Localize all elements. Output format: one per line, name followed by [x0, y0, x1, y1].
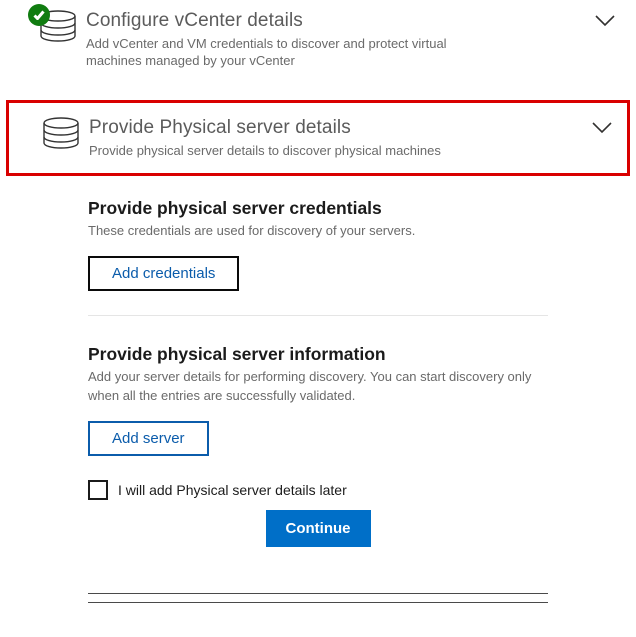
chevron-down-icon — [591, 121, 613, 135]
continue-button[interactable]: Continue — [266, 510, 371, 547]
section1-chevron-wrap — [584, 10, 616, 28]
section2-icon-wrap — [37, 117, 85, 149]
database-icon — [42, 117, 80, 149]
chevron-down-icon — [594, 14, 616, 28]
section2-chevron-wrap — [581, 117, 613, 135]
defer-checkbox[interactable] — [88, 480, 108, 500]
section-configure-vcenter[interactable]: Configure vCenter details Add vCenter an… — [0, 4, 636, 78]
step-info-desc: Add your server details for performing d… — [88, 368, 548, 404]
divider — [88, 593, 548, 594]
section2-title: Provide Physical server details — [89, 117, 581, 140]
physical-server-content: Provide physical server credentials Thes… — [0, 176, 636, 585]
defer-row: I will add Physical server details later — [88, 480, 548, 500]
divider — [88, 602, 548, 603]
step-server-info: Provide physical server information Add … — [88, 344, 548, 584]
step-cred-desc: These credentials are used for discovery… — [88, 222, 548, 240]
section1-icon-wrap — [34, 10, 82, 42]
step-cred-title: Provide physical server credentials — [88, 198, 548, 219]
add-server-button[interactable]: Add server — [88, 421, 209, 456]
step-credentials: Provide physical server credentials Thes… — [88, 198, 548, 316]
defer-checkbox-label: I will add Physical server details later — [118, 482, 347, 498]
section-physical-server[interactable]: Provide Physical server details Provide … — [6, 100, 630, 176]
step-info-title: Provide physical server information — [88, 344, 548, 365]
section1-desc: Add vCenter and VM credentials to discov… — [86, 35, 466, 70]
bottom-dividers — [0, 593, 636, 615]
section1-text: Configure vCenter details Add vCenter an… — [82, 10, 584, 70]
add-credentials-button[interactable]: Add credentials — [88, 256, 239, 291]
section2-desc: Provide physical server details to disco… — [89, 142, 469, 160]
section2-text: Provide Physical server details Provide … — [85, 117, 581, 159]
check-success-icon — [28, 4, 50, 26]
section1-title: Configure vCenter details — [86, 10, 584, 33]
primary-action-row: Continue — [88, 510, 548, 547]
